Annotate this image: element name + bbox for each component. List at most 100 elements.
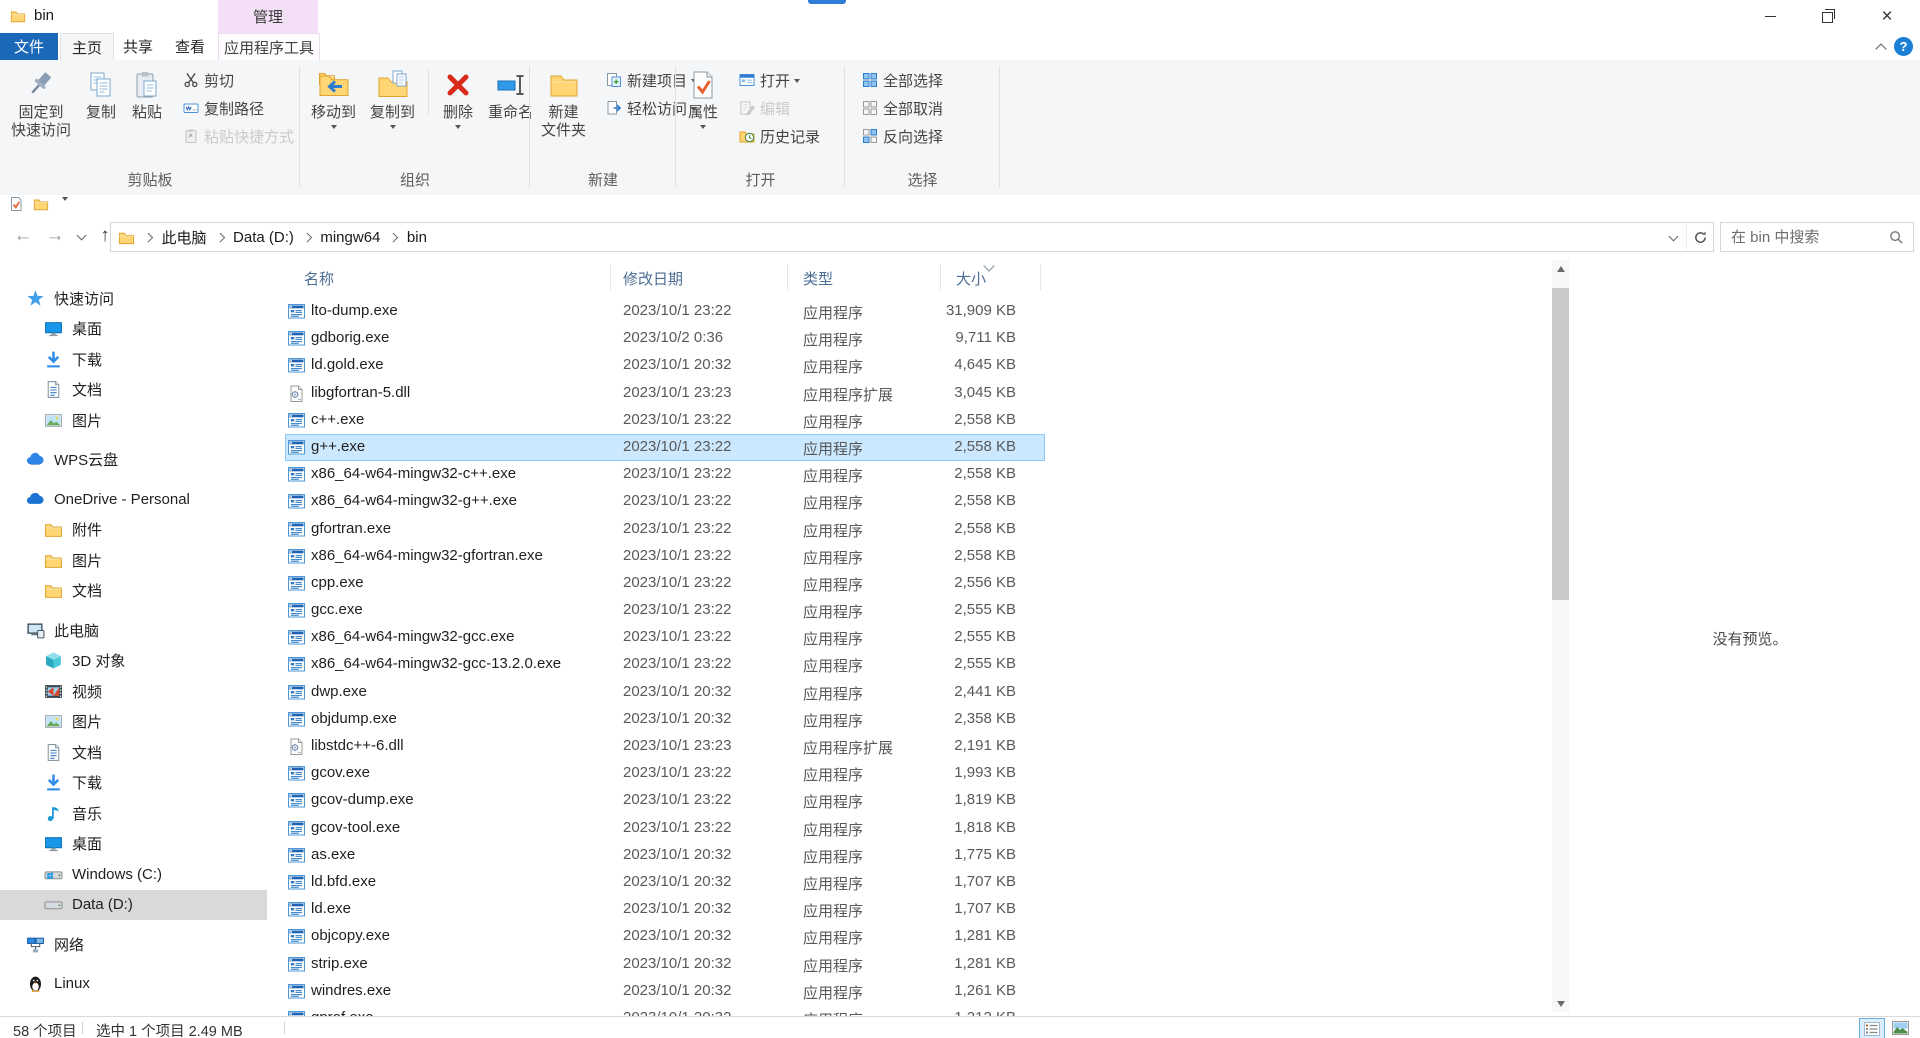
sidebar-item-onedrive---personal[interactable]: OneDrive - Personal bbox=[0, 484, 267, 514]
history-button[interactable]: 历史记录 bbox=[734, 122, 825, 150]
file-row-strip.exe[interactable]: strip.exe2023/10/1 20:32应用程序1,281 KB bbox=[285, 951, 1045, 978]
copy-path-button[interactable]: 复制路径 bbox=[178, 94, 299, 122]
forward-button[interactable]: → bbox=[42, 222, 68, 250]
sidebar-item-图片[interactable]: 图片 bbox=[0, 405, 267, 435]
file-row-dwp.exe[interactable]: dwp.exe2023/10/1 20:32应用程序2,441 KB bbox=[285, 679, 1045, 706]
copy-button[interactable]: 复制 bbox=[79, 64, 123, 125]
sidebar-item-文档[interactable]: 文档 bbox=[0, 576, 267, 606]
details-view-button[interactable] bbox=[1859, 1018, 1885, 1038]
sidebar-item-文档[interactable]: 文档 bbox=[0, 737, 267, 767]
thumbnail-view-button[interactable] bbox=[1888, 1018, 1912, 1038]
sidebar-item-windows-c[interactable]: Windows (C:) bbox=[0, 859, 267, 889]
sidebar-item-文档[interactable]: 文档 bbox=[0, 375, 267, 405]
file-row-x86_64-w64-mingw32-gcc-13.2.0.exe[interactable]: x86_64-w64-mingw32-gcc-13.2.0.exe2023/10… bbox=[285, 651, 1045, 678]
sidebar-item-下载[interactable]: 下载 bbox=[0, 344, 267, 374]
scroll-up-button[interactable] bbox=[1552, 260, 1569, 277]
sidebar-item-桌面[interactable]: 桌面 bbox=[0, 829, 267, 859]
sidebar-item-此电脑[interactable]: 此电脑 bbox=[0, 615, 267, 645]
column-header-date[interactable]: 修改日期 bbox=[623, 268, 683, 289]
tab-file[interactable]: 文件 bbox=[0, 33, 58, 60]
sidebar-item-下载[interactable]: 下载 bbox=[0, 768, 267, 798]
sidebar-item-附件[interactable]: 附件 bbox=[0, 515, 267, 545]
recent-locations-button[interactable] bbox=[72, 222, 90, 250]
select-none-button[interactable]: 全部取消 bbox=[857, 94, 948, 122]
sidebar-item-linux[interactable]: Linux bbox=[0, 969, 267, 999]
sidebar-item-图片[interactable]: 图片 bbox=[0, 545, 267, 575]
copy-to-button[interactable]: 复制到 bbox=[364, 64, 421, 132]
column-header-type[interactable]: 类型 bbox=[803, 268, 833, 289]
move-to-button[interactable]: 移动到 bbox=[305, 64, 362, 132]
ribbon-group-3: 新建文件夹新建项目轻松访问新建 bbox=[530, 60, 676, 194]
help-button[interactable]: ? bbox=[1894, 37, 1913, 56]
file-row-x86_64-w64-mingw32-gfortran.exe[interactable]: x86_64-w64-mingw32-gfortran.exe2023/10/1… bbox=[285, 543, 1045, 570]
delete-button[interactable]: 删除 bbox=[436, 64, 480, 132]
edit-button[interactable]: 编辑 bbox=[734, 94, 825, 122]
file-row-gfortran.exe[interactable]: gfortran.exe2023/10/1 23:22应用程序2,558 KB bbox=[285, 516, 1045, 543]
collapse-ribbon-button[interactable] bbox=[1872, 39, 1890, 55]
tab-app-tools[interactable]: 应用程序工具 bbox=[218, 33, 320, 61]
file-row-x86_64-w64-mingw32-c++.exe[interactable]: x86_64-w64-mingw32-c++.exe2023/10/1 23:2… bbox=[285, 461, 1045, 488]
back-button[interactable]: ← bbox=[10, 222, 36, 250]
file-row-as.exe[interactable]: as.exe2023/10/1 20:32应用程序1,775 KB bbox=[285, 842, 1045, 869]
file-row-windres.exe[interactable]: windres.exe2023/10/1 20:32应用程序1,261 KB bbox=[285, 978, 1045, 1005]
breadcrumb-segment-1[interactable]: 此电脑 bbox=[160, 224, 209, 250]
pin-button[interactable]: 固定到快速访问 bbox=[5, 64, 77, 143]
file-row-ld.exe[interactable]: ld.exe2023/10/1 20:32应用程序1,707 KB bbox=[285, 896, 1045, 923]
cut-button[interactable]: 剪切 bbox=[178, 66, 299, 94]
file-row-objdump.exe[interactable]: objdump.exe2023/10/1 20:32应用程序2,358 KB bbox=[285, 706, 1045, 733]
file-row-gcov-dump.exe[interactable]: gcov-dump.exe2023/10/1 23:22应用程序1,819 KB bbox=[285, 787, 1045, 814]
sidebar-item-wps云盘[interactable]: WPS云盘 bbox=[0, 445, 267, 475]
column-header-size[interactable]: 大小 bbox=[956, 268, 986, 289]
file-row-gcov-tool.exe[interactable]: gcov-tool.exe2023/10/1 23:22应用程序1,818 KB bbox=[285, 815, 1045, 842]
sidebar-item-3d-对象[interactable]: 3D 对象 bbox=[0, 646, 267, 676]
column-header-name[interactable]: 名称 bbox=[304, 268, 334, 289]
breadcrumb-segment-2[interactable]: Data (D:) bbox=[231, 224, 296, 250]
open-button[interactable]: 打开 bbox=[734, 66, 825, 94]
refresh-button[interactable] bbox=[1686, 224, 1713, 250]
sidebar-item-桌面[interactable]: 桌面 bbox=[0, 314, 267, 344]
file-row-ld.gold.exe[interactable]: ld.gold.exe2023/10/1 20:32应用程序4,645 KB bbox=[285, 352, 1045, 379]
restore-button[interactable] bbox=[1804, 0, 1850, 33]
scroll-down-button[interactable] bbox=[1552, 995, 1569, 1012]
close-button[interactable]: × bbox=[1864, 0, 1910, 33]
file-row-lto-dump.exe[interactable]: lto-dump.exe2023/10/1 23:22应用程序31,909 KB bbox=[285, 298, 1045, 325]
sidebar-item-快速访问[interactable]: 快速访问 bbox=[0, 283, 267, 313]
sidebar-item-data-d[interactable]: Data (D:) bbox=[0, 890, 267, 920]
sidebar-item-图片[interactable]: 图片 bbox=[0, 707, 267, 737]
file-row-cpp.exe[interactable]: cpp.exe2023/10/1 23:22应用程序2,556 KB bbox=[285, 570, 1045, 597]
sidebar-item-音乐[interactable]: 音乐 bbox=[0, 798, 267, 828]
file-row-c++.exe[interactable]: c++.exe2023/10/1 23:22应用程序2,558 KB bbox=[285, 407, 1045, 434]
invert-selection-button[interactable]: 反向选择 bbox=[857, 122, 948, 150]
file-row-objcopy.exe[interactable]: objcopy.exe2023/10/1 20:32应用程序1,281 KB bbox=[285, 923, 1045, 950]
breadcrumb-segment-3[interactable]: mingw64 bbox=[318, 224, 382, 250]
address-bar[interactable]: 此电脑 Data (D:) mingw64 bin bbox=[110, 222, 1714, 252]
search-input[interactable] bbox=[1721, 229, 1889, 246]
file-row-g++.exe[interactable]: g++.exe2023/10/1 23:22应用程序2,558 KB bbox=[285, 434, 1045, 461]
breadcrumb-segment-4[interactable]: bin bbox=[405, 224, 429, 250]
address-dropdown-button[interactable] bbox=[1660, 233, 1686, 242]
file-row-gcov.exe[interactable]: gcov.exe2023/10/1 23:22应用程序1,993 KB bbox=[285, 760, 1045, 787]
sidebar-item-网络[interactable]: 网络 bbox=[0, 929, 267, 959]
vertical-scrollbar[interactable] bbox=[1552, 260, 1569, 1012]
qat-new-folder-button[interactable] bbox=[33, 196, 49, 212]
paste-button[interactable]: 粘贴 bbox=[125, 64, 169, 125]
select-all-button[interactable]: 全部选择 bbox=[857, 66, 948, 94]
properties-button[interactable]: 属性 bbox=[681, 64, 725, 132]
file-row-libstdc++-6.dll[interactable]: libstdc++-6.dll2023/10/1 23:23应用程序扩展2,19… bbox=[285, 733, 1045, 760]
sidebar-item-视频[interactable]: 视频 bbox=[0, 676, 267, 706]
file-row-ld.bfd.exe[interactable]: ld.bfd.exe2023/10/1 20:32应用程序1,707 KB bbox=[285, 869, 1045, 896]
scrollbar-thumb[interactable] bbox=[1552, 288, 1569, 600]
file-row-libgfortran-5.dll[interactable]: libgfortran-5.dll2023/10/1 23:23应用程序扩展3,… bbox=[285, 380, 1045, 407]
new-folder-button[interactable]: 新建文件夹 bbox=[535, 64, 592, 143]
file-row-gcc.exe[interactable]: gcc.exe2023/10/1 23:22应用程序2,555 KB bbox=[285, 597, 1045, 624]
paste-shortcut-button[interactable]: 粘贴快捷方式 bbox=[178, 122, 299, 150]
tab-home[interactable]: 主页 bbox=[60, 33, 114, 61]
tab-view[interactable]: 查看 bbox=[164, 33, 216, 60]
file-row-x86_64-w64-mingw32-g++.exe[interactable]: x86_64-w64-mingw32-g++.exe2023/10/1 23:2… bbox=[285, 488, 1045, 515]
tab-share[interactable]: 共享 bbox=[112, 33, 164, 60]
file-row-x86_64-w64-mingw32-gcc.exe[interactable]: x86_64-w64-mingw32-gcc.exe2023/10/1 23:2… bbox=[285, 624, 1045, 651]
qat-properties-button[interactable] bbox=[8, 196, 24, 212]
file-row-gdborig.exe[interactable]: gdborig.exe2023/10/2 0:36应用程序9,711 KB bbox=[285, 325, 1045, 352]
minimize-button[interactable] bbox=[1747, 0, 1793, 33]
file-row-gprof.exe[interactable]: gprof.exe2023/10/1 20:32应用程序1,212 KB bbox=[285, 1005, 1045, 1016]
